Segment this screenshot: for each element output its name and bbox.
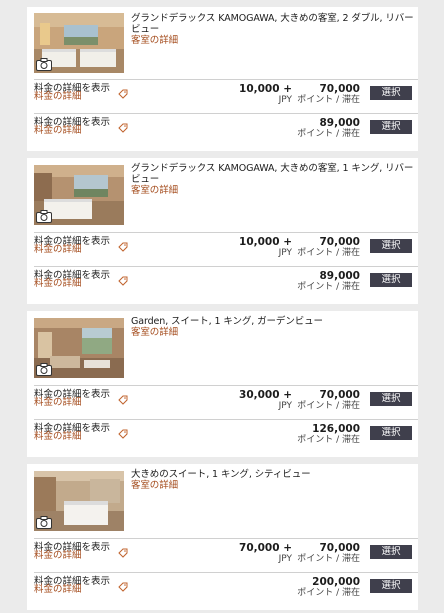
points-amount: 126,000 ポイント / 滞在 [297, 423, 360, 446]
cash-amount: 10,000 + JPY [239, 236, 292, 259]
tag-icon [118, 89, 128, 99]
rate-row: 料金の詳細を表示 料金の詳細 70,000 + JPY 70,000 ポイント … [34, 538, 418, 573]
room-card: グランドデラックス KAMOGAWA, 大きめの客室, 1 キング, リバービュ… [27, 158, 418, 304]
select-button[interactable]: 選択 [370, 86, 412, 100]
room-card: 大きめのスイート, 1 キング, シティビュー 客室の詳細 料金の詳細を表示 料… [27, 464, 418, 610]
points-amount: 70,000 ポイント / 滞在 [297, 236, 360, 259]
rate-row: 料金の詳細を表示 料金の詳細 89,000 ポイント / 滞在 選択 [34, 266, 418, 301]
room-detail-link[interactable]: 客室の詳細 [131, 480, 415, 491]
room-card: Garden, スイート, 1 キング, ガーデンビュー 客室の詳細 料金の詳細… [27, 311, 418, 457]
tag-icon [118, 276, 128, 286]
rate-row: 料金の詳細を表示 料金の詳細 89,000 ポイント / 滞在 選択 [34, 113, 418, 148]
tag-icon [118, 429, 128, 439]
room-photo[interactable] [34, 165, 124, 225]
room-photo[interactable] [34, 471, 124, 531]
room-detail-link[interactable]: 客室の詳細 [131, 35, 415, 46]
camera-icon [36, 363, 52, 376]
room-title: グランドデラックス KAMOGAWA, 大きめの客室, 1 キング, リバービュ… [131, 163, 414, 185]
select-button[interactable]: 選択 [370, 239, 412, 253]
rate-row: 料金の詳細を表示 料金の詳細 30,000 + JPY 70,000 ポイント … [34, 385, 418, 420]
room-detail-link[interactable]: 客室の詳細 [131, 327, 415, 338]
select-button[interactable]: 選択 [370, 579, 412, 593]
points-amount: 200,000 ポイント / 滞在 [297, 576, 360, 599]
points-amount: 70,000 ポイント / 滞在 [297, 542, 360, 565]
camera-icon [36, 58, 52, 71]
room-title: Garden, スイート, 1 キング, ガーデンビュー [131, 316, 323, 327]
select-button[interactable]: 選択 [370, 545, 412, 559]
cash-amount: 10,000 + JPY [239, 83, 292, 106]
select-button[interactable]: 選択 [370, 120, 412, 134]
select-button[interactable]: 選択 [370, 426, 412, 440]
points-amount: 89,000 ポイント / 滞在 [297, 270, 360, 293]
room-card: グランドデラックス KAMOGAWA, 大きめの客室, 2 ダブル, リバービュ… [27, 7, 418, 151]
tag-icon [118, 548, 128, 558]
tag-icon [118, 582, 128, 592]
room-title: グランドデラックス KAMOGAWA, 大きめの客室, 2 ダブル, リバービュ… [131, 13, 414, 35]
cash-amount: 30,000 + JPY [239, 389, 292, 412]
points-amount: 70,000 ポイント / 滞在 [297, 83, 360, 106]
tag-icon [118, 242, 128, 252]
select-button[interactable]: 選択 [370, 273, 412, 287]
tag-icon [118, 395, 128, 405]
camera-icon [36, 210, 52, 223]
camera-icon [36, 516, 52, 529]
select-button[interactable]: 選択 [370, 392, 412, 406]
rate-row: 料金の詳細を表示 料金の詳細 10,000 + JPY 70,000 ポイント … [34, 79, 418, 114]
room-photo[interactable] [34, 13, 124, 73]
cash-amount: 70,000 + JPY [239, 542, 292, 565]
room-detail-link[interactable]: 客室の詳細 [131, 185, 415, 196]
rate-row: 料金の詳細を表示 料金の詳細 200,000 ポイント / 滞在 選択 [34, 572, 418, 607]
points-amount: 89,000 ポイント / 滞在 [297, 117, 360, 140]
rate-row: 料金の詳細を表示 料金の詳細 126,000 ポイント / 滞在 選択 [34, 419, 418, 454]
tag-icon [118, 123, 128, 133]
room-photo[interactable] [34, 318, 124, 378]
rate-row: 料金の詳細を表示 料金の詳細 10,000 + JPY 70,000 ポイント … [34, 232, 418, 267]
room-title: 大きめのスイート, 1 キング, シティビュー [131, 469, 311, 480]
points-amount: 70,000 ポイント / 滞在 [297, 389, 360, 412]
